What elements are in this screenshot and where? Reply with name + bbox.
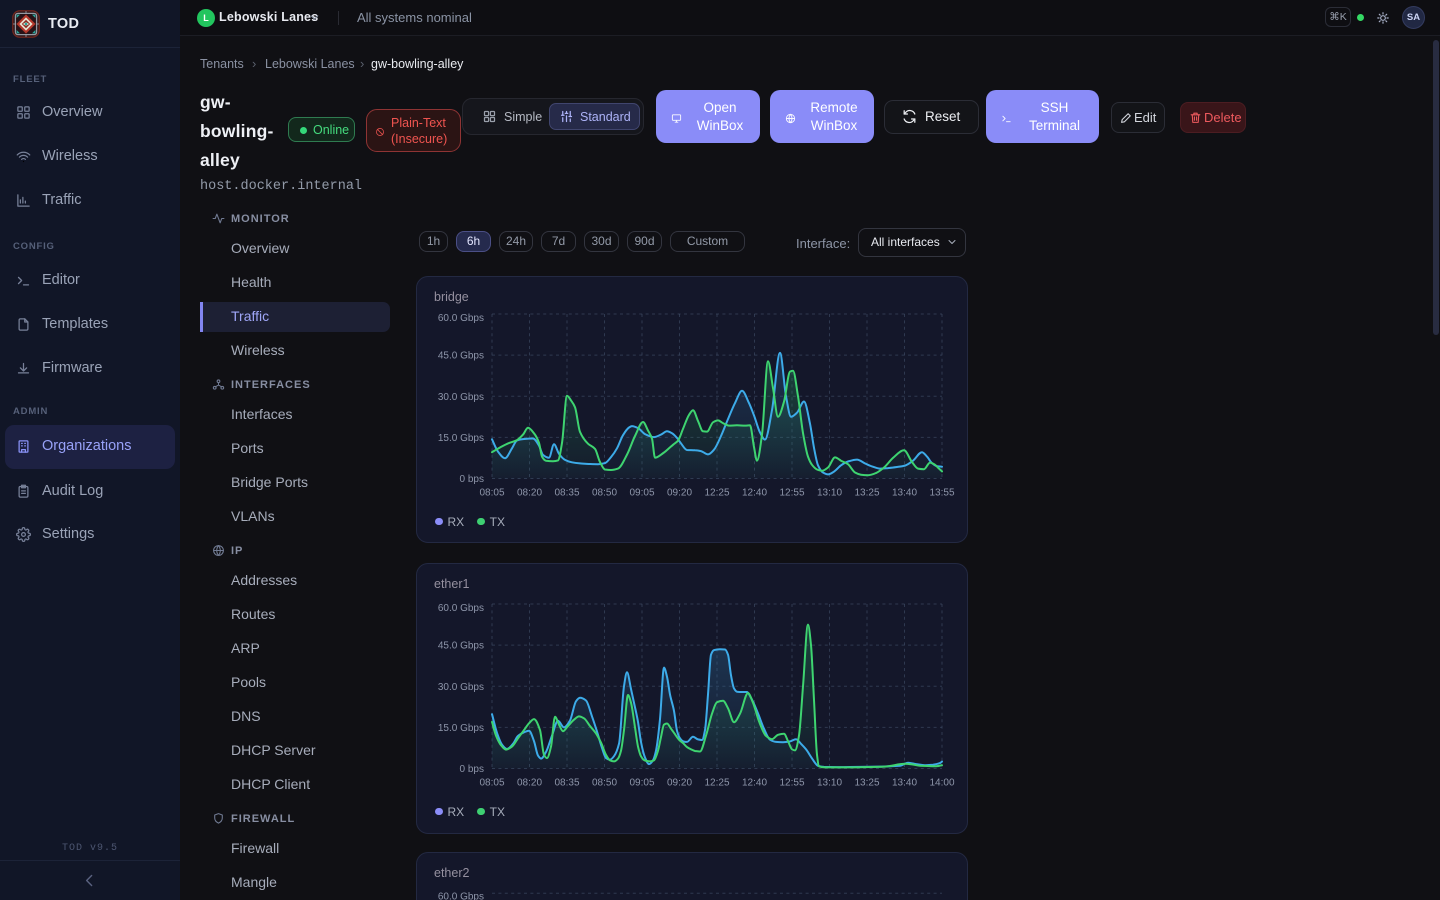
svg-text:08:50: 08:50	[592, 778, 617, 789]
svg-text:12:40: 12:40	[742, 488, 767, 499]
svg-text:13:25: 13:25	[854, 488, 879, 499]
svg-text:13:25: 13:25	[854, 778, 879, 789]
svg-text:08:20: 08:20	[517, 488, 542, 499]
svg-text:08:35: 08:35	[554, 488, 579, 499]
svg-text:13:55: 13:55	[929, 488, 954, 499]
svg-text:60.0 Gbps: 60.0 Gbps	[438, 313, 484, 324]
svg-text:15.0 Gbps: 15.0 Gbps	[438, 723, 484, 734]
svg-text:30.0 Gbps: 30.0 Gbps	[438, 682, 484, 693]
svg-text:12:55: 12:55	[779, 488, 804, 499]
svg-text:12:40: 12:40	[742, 778, 767, 789]
svg-text:09:20: 09:20	[667, 488, 692, 499]
svg-text:09:05: 09:05	[629, 488, 654, 499]
svg-text:13:40: 13:40	[892, 778, 917, 789]
svg-text:0 bps: 0 bps	[460, 474, 484, 485]
svg-text:08:05: 08:05	[479, 778, 504, 789]
svg-text:0 bps: 0 bps	[460, 764, 484, 775]
svg-text:12:55: 12:55	[779, 778, 804, 789]
svg-text:15.0 Gbps: 15.0 Gbps	[438, 433, 484, 444]
svg-text:45.0 Gbps: 45.0 Gbps	[438, 641, 484, 652]
svg-text:08:35: 08:35	[554, 778, 579, 789]
svg-text:45.0 Gbps: 45.0 Gbps	[438, 351, 484, 362]
svg-text:60.0 Gbps: 60.0 Gbps	[438, 603, 484, 614]
svg-text:08:20: 08:20	[517, 778, 542, 789]
svg-text:09:20: 09:20	[667, 778, 692, 789]
svg-text:09:05: 09:05	[629, 778, 654, 789]
svg-text:12:25: 12:25	[704, 488, 729, 499]
svg-text:08:50: 08:50	[592, 488, 617, 499]
svg-text:14:00: 14:00	[929, 778, 954, 789]
svg-text:13:10: 13:10	[817, 488, 842, 499]
svg-text:13:10: 13:10	[817, 778, 842, 789]
svg-text:60.0 Gbps: 60.0 Gbps	[438, 892, 484, 900]
svg-text:12:25: 12:25	[704, 778, 729, 789]
svg-text:30.0 Gbps: 30.0 Gbps	[438, 392, 484, 403]
svg-text:13:40: 13:40	[892, 488, 917, 499]
svg-text:08:05: 08:05	[479, 488, 504, 499]
